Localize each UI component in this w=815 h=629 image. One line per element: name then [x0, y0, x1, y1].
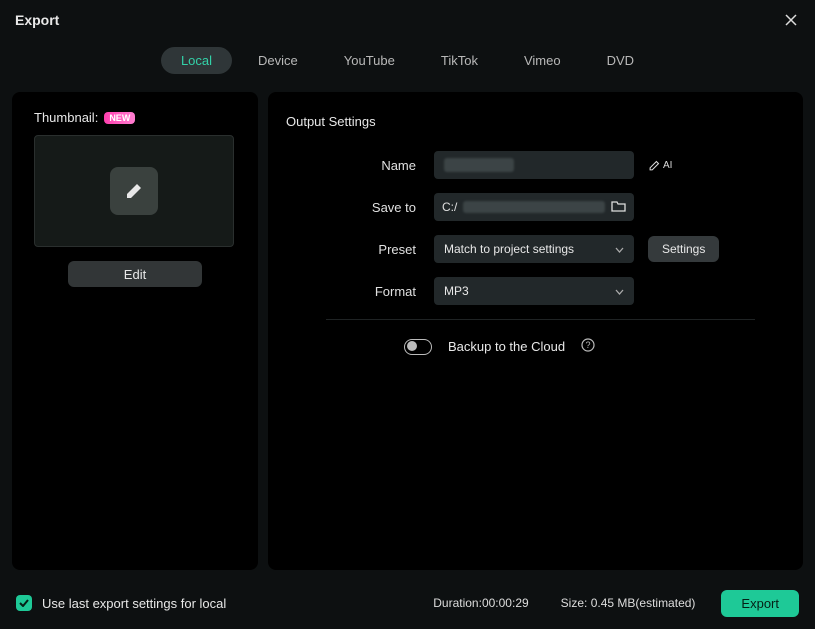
- help-icon[interactable]: ?: [581, 338, 595, 355]
- edit-thumbnail-button[interactable]: Edit: [68, 261, 202, 287]
- saveto-label: Save to: [286, 200, 434, 215]
- preset-value: Match to project settings: [444, 242, 574, 256]
- export-tabs: Local Device YouTube TikTok Vimeo DVD: [0, 40, 815, 80]
- divider: [326, 319, 755, 320]
- format-value: MP3: [444, 284, 469, 298]
- thumbnail-label: Thumbnail:: [34, 110, 98, 125]
- tab-device[interactable]: Device: [238, 47, 318, 74]
- saveto-input[interactable]: C:/: [434, 193, 634, 221]
- size-info: Size: 0.45 MB(estimated): [561, 596, 696, 610]
- close-icon[interactable]: [782, 11, 800, 29]
- format-select[interactable]: MP3: [434, 277, 634, 305]
- tab-vimeo[interactable]: Vimeo: [504, 47, 581, 74]
- tab-local[interactable]: Local: [161, 47, 232, 74]
- edit-pencil-icon: [110, 167, 158, 215]
- ai-name-button[interactable]: AI: [648, 158, 672, 172]
- use-last-label: Use last export settings for local: [42, 596, 226, 611]
- chevron-down-icon: [615, 284, 624, 298]
- use-last-checkbox[interactable]: [16, 595, 32, 611]
- backup-toggle[interactable]: [404, 339, 432, 355]
- duration-info: Duration:00:00:29: [433, 596, 528, 610]
- svg-text:?: ?: [586, 340, 591, 350]
- ai-label: AI: [663, 160, 672, 171]
- backup-label: Backup to the Cloud: [448, 339, 565, 354]
- window-title: Export: [15, 12, 59, 28]
- preset-label: Preset: [286, 242, 434, 257]
- thumbnail-preview[interactable]: [34, 135, 234, 247]
- output-settings-title: Output Settings: [286, 114, 755, 129]
- name-label: Name: [286, 158, 434, 173]
- format-label: Format: [286, 284, 434, 299]
- preset-settings-button[interactable]: Settings: [648, 236, 719, 262]
- chevron-down-icon: [615, 242, 624, 256]
- folder-icon[interactable]: [611, 200, 626, 215]
- tab-tiktok[interactable]: TikTok: [421, 47, 498, 74]
- saveto-value: C:/: [442, 200, 457, 214]
- name-input[interactable]: [434, 151, 634, 179]
- tab-youtube[interactable]: YouTube: [324, 47, 415, 74]
- export-button[interactable]: Export: [721, 590, 799, 617]
- new-badge: NEW: [104, 112, 135, 124]
- tab-dvd[interactable]: DVD: [587, 47, 654, 74]
- preset-select[interactable]: Match to project settings: [434, 235, 634, 263]
